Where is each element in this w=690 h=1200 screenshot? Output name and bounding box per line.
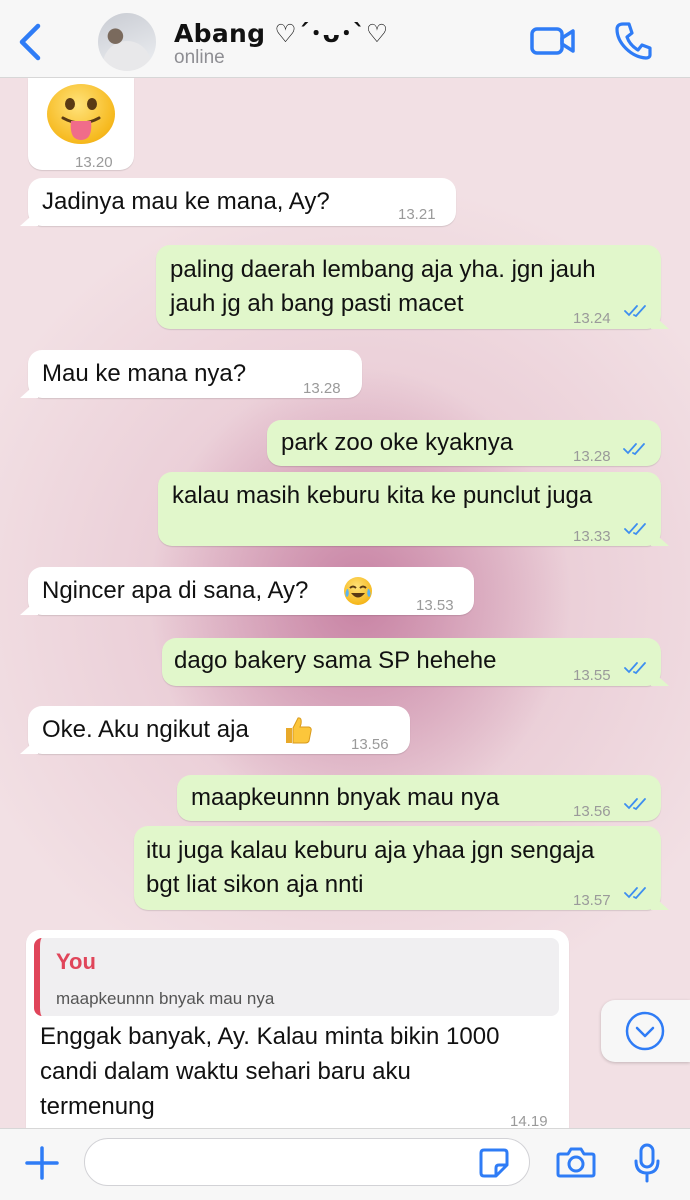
video-call-button[interactable]	[530, 24, 576, 58]
message-text: dago bakery sama SP hehehe	[174, 647, 497, 674]
microphone-icon	[634, 1143, 660, 1183]
voice-call-button[interactable]	[614, 20, 652, 60]
message-text: Oke. Aku ngikut aja	[42, 716, 249, 743]
message-time: 13.56	[573, 803, 611, 820]
double-check-icon	[624, 798, 646, 811]
thumbs-up-icon	[282, 714, 314, 746]
message-text-line: jauh jg ah bang pasti macet	[170, 290, 464, 317]
message-bubble-incoming[interactable]: Jadinya mau ke mana, Ay? 13.21	[20, 178, 456, 226]
double-check-icon	[623, 443, 645, 456]
camera-button[interactable]	[556, 1145, 596, 1179]
message-text-line: candi dalam waktu sehari baru aku	[40, 1058, 411, 1085]
back-button[interactable]	[14, 22, 48, 62]
message-time: 13.24	[573, 310, 611, 327]
message-time: 13.21	[398, 206, 436, 223]
contact-avatar[interactable]	[98, 13, 156, 71]
message-time: 13.28	[573, 448, 611, 465]
message-text-line: paling daerah lembang aja yha. jgn jauh	[170, 256, 596, 283]
double-check-icon	[624, 523, 646, 536]
contact-status: online	[174, 47, 225, 68]
message-text: Ngincer apa di sana, Ay?	[42, 577, 309, 604]
message-bubble-incoming[interactable]: Mau ke mana nya? 13.28	[20, 350, 362, 398]
message-text-line: termenung	[40, 1093, 155, 1120]
message-bubble-outgoing[interactable]: dago bakery sama SP hehehe 13.55	[162, 638, 669, 686]
quoted-text: maapkeunnn bnyak mau nya	[56, 989, 275, 1008]
message-time: 13.28	[303, 380, 341, 397]
contact-name[interactable]: Abang ♡´･ᴗ･`♡	[174, 14, 388, 50]
message-time: 13.55	[573, 667, 611, 684]
message-time: 13.53	[416, 597, 454, 614]
message-bubble-outgoing[interactable]: paling daerah lembang aja yha. jgn jauh …	[156, 245, 669, 329]
message-bubble-outgoing[interactable]: park zoo oke kyaknya 13.28	[267, 420, 661, 466]
sticker-button[interactable]	[478, 1147, 510, 1179]
face-with-tongue-detail	[61, 98, 101, 140]
camera-icon	[556, 1147, 596, 1178]
message-text-line: itu juga kalau keburu aja yhaa jgn senga…	[146, 837, 595, 864]
message-bubble-incoming[interactable]: Ngincer apa di sana, Ay? 13.53	[20, 567, 474, 615]
face-with-tongue-icon	[47, 84, 115, 144]
double-check-icon	[624, 305, 646, 318]
message-text: kalau masih keburu kita ke punclut juga	[172, 482, 593, 509]
phone-icon	[615, 22, 652, 60]
attach-button[interactable]	[22, 1143, 62, 1183]
message-input[interactable]	[84, 1138, 530, 1186]
message-time: 13.57	[573, 892, 611, 909]
back-chevron-icon	[19, 23, 41, 61]
message-bubble-outgoing[interactable]: kalau masih keburu kita ke punclut juga …	[158, 472, 669, 546]
message-text: Mau ke mana nya?	[42, 360, 247, 387]
message-time: 13.56	[351, 736, 389, 753]
message-time: 13.33	[573, 528, 611, 545]
microphone-button[interactable]	[634, 1143, 660, 1183]
quoted-author: You	[56, 949, 96, 974]
message-input-bar	[0, 1128, 690, 1200]
message-text: maapkeunnn bnyak mau nya	[191, 784, 500, 811]
double-check-icon	[624, 662, 646, 675]
sticker-icon	[479, 1148, 509, 1178]
double-check-icon	[624, 887, 646, 900]
message-time: 13.20	[75, 154, 113, 171]
message-bubble-incoming[interactable]: 13.20	[28, 78, 134, 171]
scroll-down-icon	[625, 1011, 665, 1051]
message-bubble-incoming[interactable]: Oke. Aku ngikut aja 13.56	[20, 706, 410, 754]
chat-header: Abang ♡´･ᴗ･`♡ online	[0, 0, 690, 78]
message-bubble-outgoing[interactable]: itu juga kalau keburu aja yhaa jgn senga…	[134, 826, 669, 910]
quoted-message[interactable]: You maapkeunnn bnyak mau nya	[34, 938, 559, 1016]
message-text: park zoo oke kyaknya	[281, 429, 514, 456]
message-bubble-outgoing[interactable]: maapkeunnn bnyak mau nya 13.56	[177, 775, 661, 821]
message-text-line: bgt liat sikon aja nnti	[146, 871, 364, 898]
message-bubble-incoming-reply[interactable]: You maapkeunnn bnyak mau nya Enggak bany…	[26, 930, 569, 1130]
face-with-tears-of-joy-icon	[344, 577, 372, 605]
plus-icon	[25, 1146, 59, 1180]
video-call-icon	[530, 27, 575, 55]
scroll-to-bottom-button[interactable]	[601, 1000, 690, 1062]
message-text-line: Enggak banyak, Ay. Kalau minta bikin 100…	[40, 1023, 500, 1050]
message-text: Jadinya mau ke mana, Ay?	[42, 188, 330, 215]
